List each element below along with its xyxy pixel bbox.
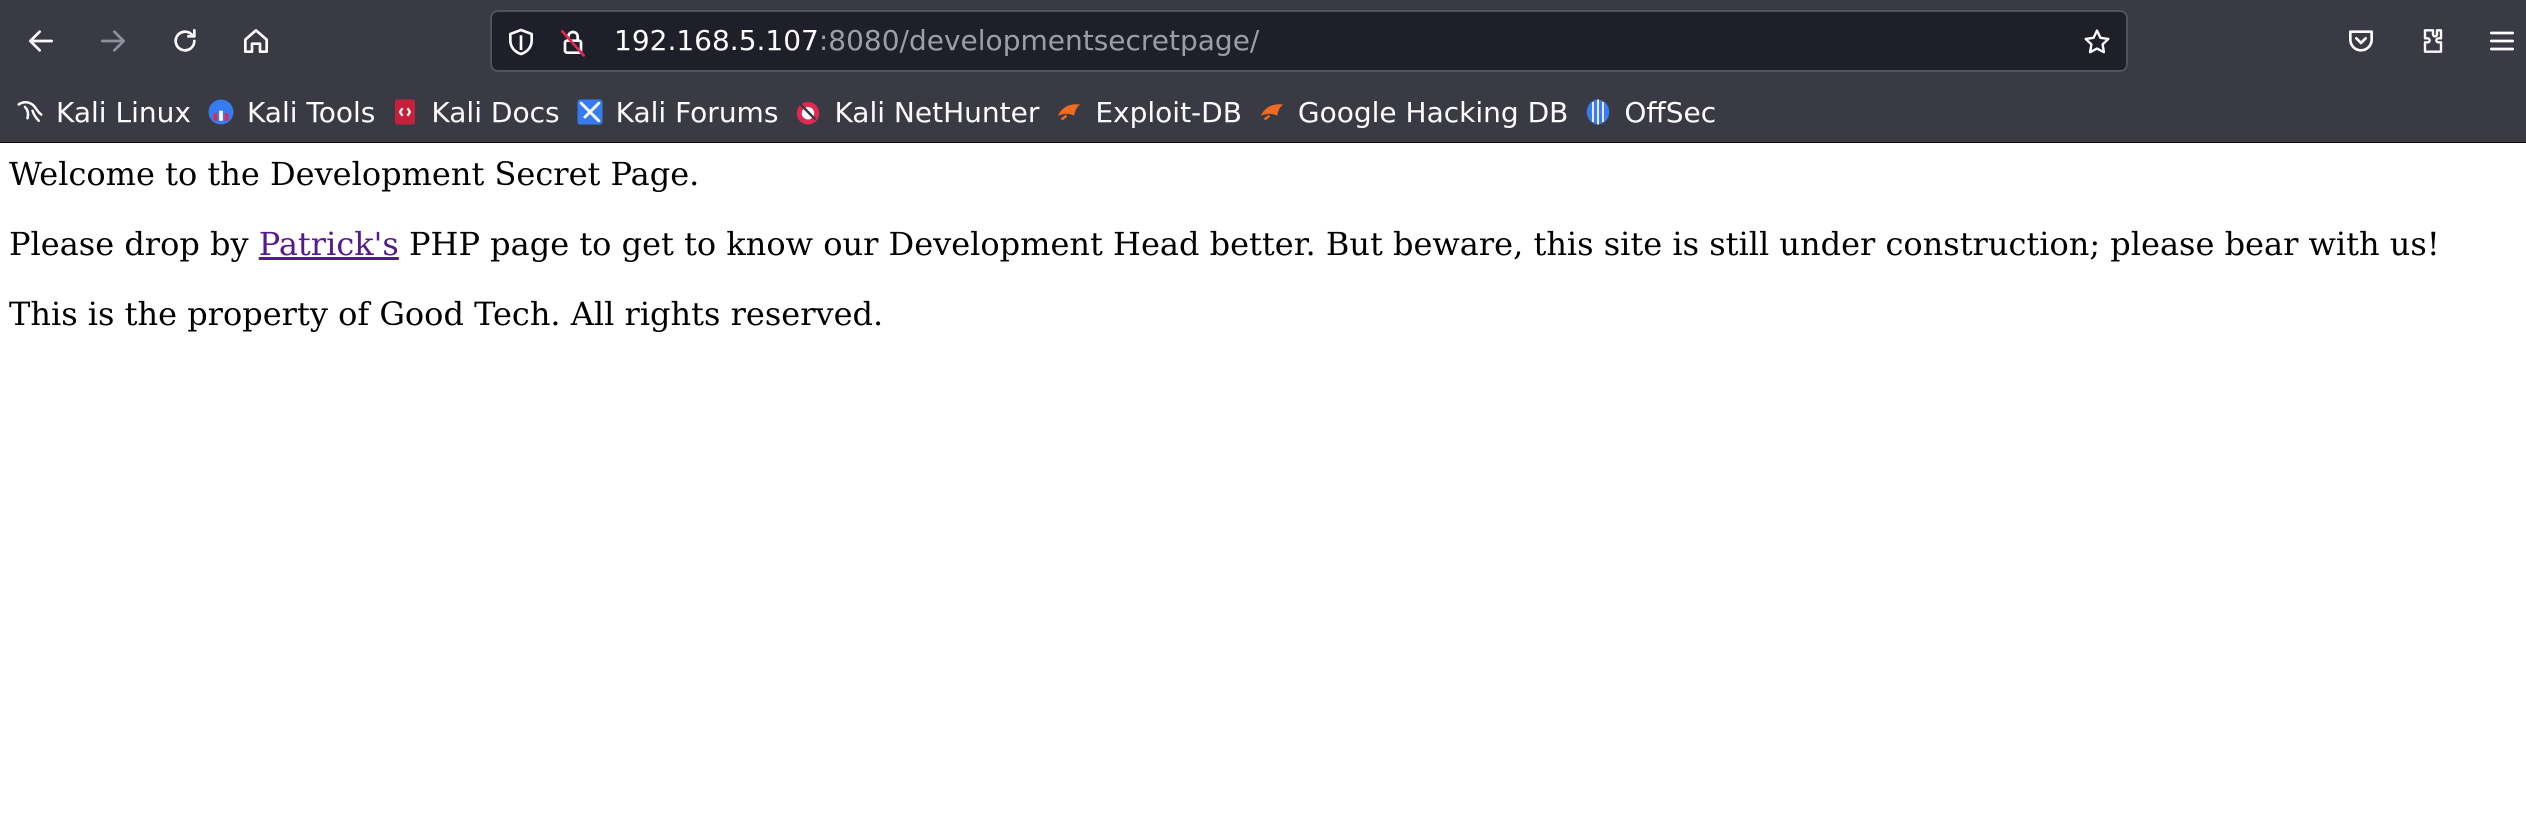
url-bar[interactable]: 192.168.5.107:8080/developmentsecretpage…: [490, 10, 2128, 72]
info-text-after: PHP page to get to know our Development …: [398, 225, 2440, 263]
url-path: :8080/developmentsecretpage/: [818, 24, 1260, 57]
reload-icon: [174, 29, 196, 52]
forward-arrow-icon: [101, 30, 125, 52]
bookmark-label: Kali Tools: [246, 95, 376, 129]
pocket-icon: [2349, 30, 2373, 52]
browser-chrome: 192.168.5.107:8080/developmentsecretpage…: [0, 0, 2526, 143]
bookmark-exploit-db[interactable]: Exploit-DB: [1053, 90, 1242, 134]
bookmark-kali-tools[interactable]: Kali Tools: [205, 90, 375, 134]
offsec-icon: [1582, 96, 1614, 128]
pocket-button[interactable]: [2337, 17, 2385, 65]
shield-icon[interactable]: [504, 25, 538, 59]
url-host: 192.168.5.107: [614, 24, 819, 57]
info-paragraph: Please drop by Patrick's PHP page to get…: [9, 225, 2517, 264]
bookmark-label: Exploit-DB: [1095, 95, 1242, 129]
back-arrow-icon: [29, 30, 53, 52]
bookmark-kali-forums[interactable]: Kali Forums: [574, 90, 779, 134]
back-button[interactable]: [17, 17, 65, 65]
kali-dragon-icon: [14, 96, 46, 128]
bookmark-offsec[interactable]: OffSec: [1582, 90, 1716, 134]
welcome-text: Welcome to the Development Secret Page.: [9, 155, 700, 193]
ghdb-icon: [1256, 96, 1288, 128]
exploit-db-icon: [1053, 96, 1085, 128]
menu-icon: [2490, 31, 2514, 51]
bookmark-google-hacking-db[interactable]: Google Hacking DB: [1256, 90, 1568, 134]
kali-tools-icon: [205, 96, 237, 128]
star-icon: [2084, 29, 2110, 54]
home-button[interactable]: [232, 17, 280, 65]
kali-forums-icon: [574, 96, 606, 128]
bookmark-star-button[interactable]: [2080, 25, 2114, 59]
kali-docs-icon: [389, 96, 421, 128]
url-text[interactable]: 192.168.5.107:8080/developmentsecretpage…: [614, 12, 1259, 70]
navigation-toolbar: 192.168.5.107:8080/developmentsecretpage…: [0, 0, 2526, 82]
bookmark-kali-nethunter[interactable]: Kali NetHunter: [792, 90, 1039, 134]
info-text-before: Please drop by: [9, 225, 259, 263]
bookmark-kali-linux[interactable]: Kali Linux: [14, 90, 191, 134]
insecure-lock-icon[interactable]: [556, 25, 590, 59]
bookmark-label: Kali Linux: [56, 95, 191, 129]
patrick-link[interactable]: Patrick's: [259, 225, 399, 263]
bookmark-label: Google Hacking DB: [1297, 95, 1569, 129]
chrome-divider: [0, 142, 2526, 143]
copyright-text: This is the property of Good Tech. All r…: [9, 295, 884, 333]
extensions-icon: [2423, 29, 2443, 53]
bookmark-label: Kali NetHunter: [834, 95, 1040, 129]
menu-button[interactable]: [2478, 17, 2526, 65]
bookmark-label: OffSec: [1624, 95, 1717, 129]
page-content: Welcome to the Development Secret Page. …: [0, 143, 2526, 377]
bookmark-kali-docs[interactable]: Kali Docs: [389, 90, 560, 134]
forward-button[interactable]: [89, 17, 137, 65]
nethunter-icon: [792, 96, 824, 128]
home-icon: [244, 29, 268, 53]
bookmark-label: Kali Forums: [615, 95, 779, 129]
bookmarks-toolbar: Kali Linux Kali Tools Kali Docs Kali For…: [0, 82, 2526, 142]
bookmark-label: Kali Docs: [431, 95, 560, 129]
extensions-button[interactable]: [2409, 17, 2457, 65]
reload-button[interactable]: [161, 17, 209, 65]
